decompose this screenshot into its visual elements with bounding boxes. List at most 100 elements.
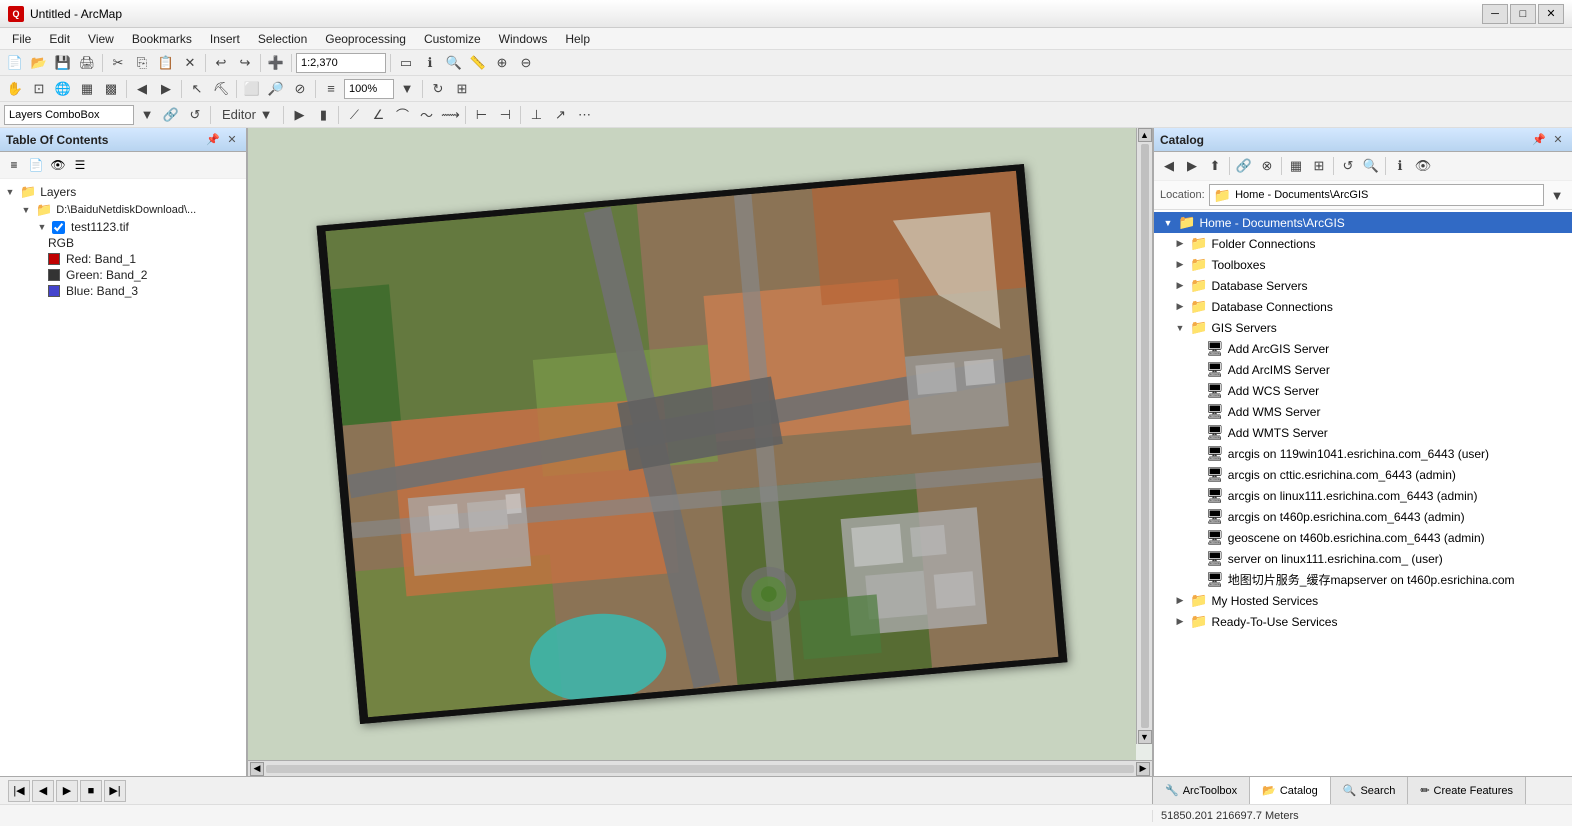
layers-combobox[interactable] — [4, 105, 134, 125]
measure-button[interactable]: 📏 — [467, 52, 489, 74]
cat-item-geoscene-t460b[interactable]: ▶ 🖥 geoscene on t460b.esrichina.com_6443… — [1154, 527, 1572, 548]
cat-item-ditu-t460p[interactable]: ▶ 🖥 地图切片服务_缓存mapserver on t460p.esrichin… — [1154, 569, 1572, 590]
catalog-refresh-button[interactable]: ↺ — [1337, 155, 1359, 177]
forward-extent-button[interactable]: ▶ — [155, 78, 177, 100]
vscroll-thumb[interactable] — [1141, 144, 1149, 728]
cat-item-arcgis-cttic[interactable]: ▶ 🖥 arcgis on cttic.esrichina.com_6443 (… — [1154, 464, 1572, 485]
catalog-close-button[interactable]: ✕ — [1550, 132, 1566, 148]
cat-item-server-linux111[interactable]: ▶ 🖥 server on linux111.esrichina.com_ (u… — [1154, 548, 1572, 569]
cat-item-db-connections[interactable]: ▶ 📁 Database Connections — [1154, 296, 1572, 317]
maximize-button[interactable]: □ — [1510, 4, 1536, 24]
db-conn-expand-icon[interactable]: ▶ — [1174, 301, 1186, 313]
pan-button[interactable]: ✋ — [4, 78, 26, 100]
toc-list-by-visibility[interactable]: 👁 — [48, 155, 68, 175]
cat-item-toolboxes[interactable]: ▶ 📁 Toolboxes — [1154, 254, 1572, 275]
catalog-location-input[interactable]: 📁 Home - Documents\ArcGIS — [1209, 184, 1544, 206]
menu-selection[interactable]: Selection — [250, 30, 315, 48]
nav-end-button[interactable]: ▶| — [104, 780, 126, 802]
editor-dropdown-button[interactable]: Editor ▼ — [215, 104, 279, 126]
catalog-up-button[interactable]: ⬆ — [1204, 155, 1226, 177]
menu-geoprocessing[interactable]: Geoprocessing — [317, 30, 414, 48]
cat-item-gis-servers[interactable]: ▼ 📁 GIS Servers — [1154, 317, 1572, 338]
sketch-line-button[interactable]: ⟋ — [343, 104, 365, 126]
georef-button[interactable]: ⊞ — [451, 78, 473, 100]
sketch-arc-button[interactable]: ⌒ — [391, 104, 413, 126]
menu-bookmarks[interactable]: Bookmarks — [124, 30, 200, 48]
edit-stop-button[interactable]: ▮ — [312, 104, 334, 126]
paste-button[interactable]: 📋 — [155, 52, 177, 74]
sketch-angle-button[interactable]: ∠ — [367, 104, 389, 126]
cut-button[interactable]: ✂ — [107, 52, 129, 74]
menu-edit[interactable]: Edit — [41, 30, 78, 48]
toc-layers-group[interactable]: ▼ 📁 Layers — [4, 183, 242, 201]
zoom-in-button[interactable]: ⊕ — [491, 52, 513, 74]
catalog-search-button[interactable]: 🔍 — [1360, 155, 1382, 177]
toc-list-by-source[interactable]: 📄 — [26, 155, 46, 175]
cat-item-add-wms[interactable]: ▶ 🖥 Add WMS Server — [1154, 401, 1572, 422]
vscroll-up-arrow[interactable]: ▲ — [1138, 128, 1152, 142]
menu-file[interactable]: File — [4, 30, 39, 48]
zoom-tool2-button[interactable]: 🔎 — [265, 78, 287, 100]
tab-search[interactable]: 🔍 Search — [1331, 777, 1409, 805]
menu-view[interactable]: View — [80, 30, 122, 48]
full-extent-button[interactable]: 🌐 — [52, 78, 74, 100]
edit-tool-button[interactable]: ⛏ — [210, 78, 232, 100]
close-button[interactable]: ✕ — [1538, 4, 1564, 24]
refresh-button[interactable]: ↺ — [184, 104, 206, 126]
identify-button[interactable]: ℹ — [419, 52, 441, 74]
save-button[interactable]: 💾 — [52, 52, 74, 74]
link-button[interactable]: 🔗 — [160, 104, 182, 126]
open-button[interactable]: 📂 — [28, 52, 50, 74]
tab-arctoolbox[interactable]: 🔧 ArcToolbox — [1153, 777, 1250, 805]
tab-create-features[interactable]: ✏ Create Features — [1408, 777, 1526, 805]
home-expand-icon[interactable]: ▼ — [1162, 217, 1174, 229]
hscroll-track[interactable] — [266, 765, 1134, 773]
distance-button[interactable]: ⊥ — [525, 104, 547, 126]
nav-prev-button[interactable]: ◀ — [32, 780, 54, 802]
cat-item-add-wcs[interactable]: ▶ 🖥 Add WCS Server — [1154, 380, 1572, 401]
my-hosted-expand-icon[interactable]: ▶ — [1174, 595, 1186, 607]
catalog-disconnect-folder[interactable]: ⊗ — [1256, 155, 1278, 177]
zoom-selection-button[interactable]: ▩ — [100, 78, 122, 100]
layers-combobox-dropdown[interactable]: ▼ — [136, 104, 158, 126]
location-dropdown-button[interactable]: ▼ — [1548, 184, 1566, 206]
cat-item-ready-to-use[interactable]: ▶ 📁 Ready-To-Use Services — [1154, 611, 1572, 632]
catalog-connect-folder[interactable]: 🔗 — [1233, 155, 1255, 177]
menu-help[interactable]: Help — [557, 30, 598, 48]
toc-layer-file[interactable]: ▼ test1123.tif — [36, 219, 242, 235]
copy-button[interactable]: ⎘ — [131, 52, 153, 74]
menu-insert[interactable]: Insert — [202, 30, 248, 48]
cat-item-my-hosted[interactable]: ▶ 📁 My Hosted Services — [1154, 590, 1572, 611]
folder-conn-expand-icon[interactable]: ▶ — [1174, 238, 1186, 250]
cat-item-arcgis-linux111[interactable]: ▶ 🖥 arcgis on linux111.esrichina.com_644… — [1154, 485, 1572, 506]
new-button[interactable]: 📄 — [4, 52, 26, 74]
back-extent-button[interactable]: ◀ — [131, 78, 153, 100]
rotate-button[interactable]: ↻ — [427, 78, 449, 100]
menu-windows[interactable]: Windows — [491, 30, 556, 48]
toc-layer-path[interactable]: ▼ 📁 D:\BaiduNetdiskDownload\... — [20, 201, 242, 219]
map-vscroll[interactable]: ▲ ▼ — [1136, 128, 1152, 744]
tab-catalog[interactable]: 📂 Catalog — [1250, 777, 1331, 805]
mouse-pointer-button[interactable]: ↖ — [186, 78, 208, 100]
layers-expand-icon[interactable]: ▼ — [4, 186, 16, 198]
cat-item-add-arcims[interactable]: ▶ 🖥 Add ArcIMS Server — [1154, 359, 1572, 380]
add-data-button[interactable]: ➕ — [265, 52, 287, 74]
catalog-metadata-button[interactable]: ℹ — [1389, 155, 1411, 177]
find-button[interactable]: 🔍 — [443, 52, 465, 74]
toolbar-more-button[interactable]: ⋯ — [573, 104, 595, 126]
cat-item-db-servers[interactable]: ▶ 📁 Database Servers — [1154, 275, 1572, 296]
gis-servers-expand-icon[interactable]: ▼ — [1174, 322, 1186, 334]
db-servers-expand-icon[interactable]: ▶ — [1174, 280, 1186, 292]
toc-close-button[interactable]: ✕ — [224, 132, 240, 148]
attr-table-button[interactable]: ≡ — [320, 78, 342, 100]
toc-list-by-selection[interactable]: ☰ — [70, 155, 90, 175]
catalog-preview-button[interactable]: 👁 — [1412, 155, 1434, 177]
map-area[interactable] — [248, 128, 1136, 760]
layer-path-expand-icon[interactable]: ▼ — [20, 204, 32, 216]
menu-customize[interactable]: Customize — [416, 30, 489, 48]
minimize-button[interactable]: ─ — [1482, 4, 1508, 24]
catalog-pin-button[interactable]: 📌 — [1531, 132, 1547, 148]
scale-input[interactable] — [296, 53, 386, 73]
direction-button[interactable]: ↗ — [549, 104, 571, 126]
edit-start-button[interactable]: ▶ — [288, 104, 310, 126]
